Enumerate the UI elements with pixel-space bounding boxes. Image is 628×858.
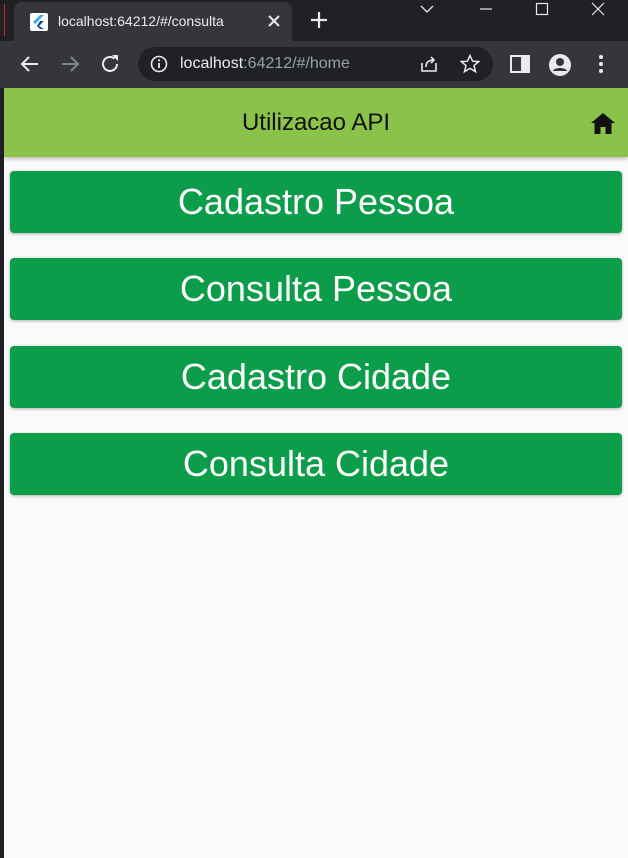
maximize-icon[interactable] xyxy=(519,0,565,32)
side-panel-icon[interactable] xyxy=(509,53,531,75)
cadastro-cidade-button[interactable]: Cadastro Cidade xyxy=(10,346,622,408)
plus-icon[interactable] xyxy=(307,8,331,32)
more-vert-icon[interactable] xyxy=(590,53,612,75)
close-icon[interactable] xyxy=(264,11,284,31)
address-bar[interactable]: localhost:64212/#/home xyxy=(138,47,493,81)
reload-icon[interactable] xyxy=(98,52,122,76)
home-icon[interactable] xyxy=(590,111,616,137)
url-host: localhost xyxy=(180,55,244,72)
cadastro-pessoa-button[interactable]: Cadastro Pessoa xyxy=(10,171,622,233)
minimize-icon[interactable] xyxy=(463,0,509,32)
arrow-right-icon[interactable] xyxy=(58,52,82,76)
tab-title: localhost:64212/#/consulta xyxy=(58,13,224,29)
app-title: Utilizacao API xyxy=(241,109,391,136)
browser-toolbar: localhost:64212/#/home xyxy=(0,41,628,88)
consulta-cidade-button[interactable]: Consulta Cidade xyxy=(10,433,622,495)
tab-bar: localhost:64212/#/consulta xyxy=(0,0,628,42)
star-icon[interactable] xyxy=(459,53,481,74)
window-close-icon[interactable] xyxy=(575,0,621,32)
url-text: localhost:64212/#/home xyxy=(180,55,350,73)
profile-icon[interactable] xyxy=(548,53,571,76)
arrow-left-icon[interactable] xyxy=(18,52,42,76)
share-icon[interactable] xyxy=(420,55,438,73)
flutter-icon xyxy=(30,13,48,31)
info-icon[interactable] xyxy=(150,55,168,73)
url-path: :64212/#/home xyxy=(243,55,350,72)
chevron-down-icon[interactable] xyxy=(404,0,450,32)
app-bar: Utilizacao API xyxy=(4,88,628,157)
consulta-pessoa-button[interactable]: Consulta Pessoa xyxy=(10,258,622,320)
browser-tab[interactable]: localhost:64212/#/consulta xyxy=(14,2,292,42)
browser-window: localhost:64212/#/consulta localhost:642… xyxy=(0,0,628,858)
